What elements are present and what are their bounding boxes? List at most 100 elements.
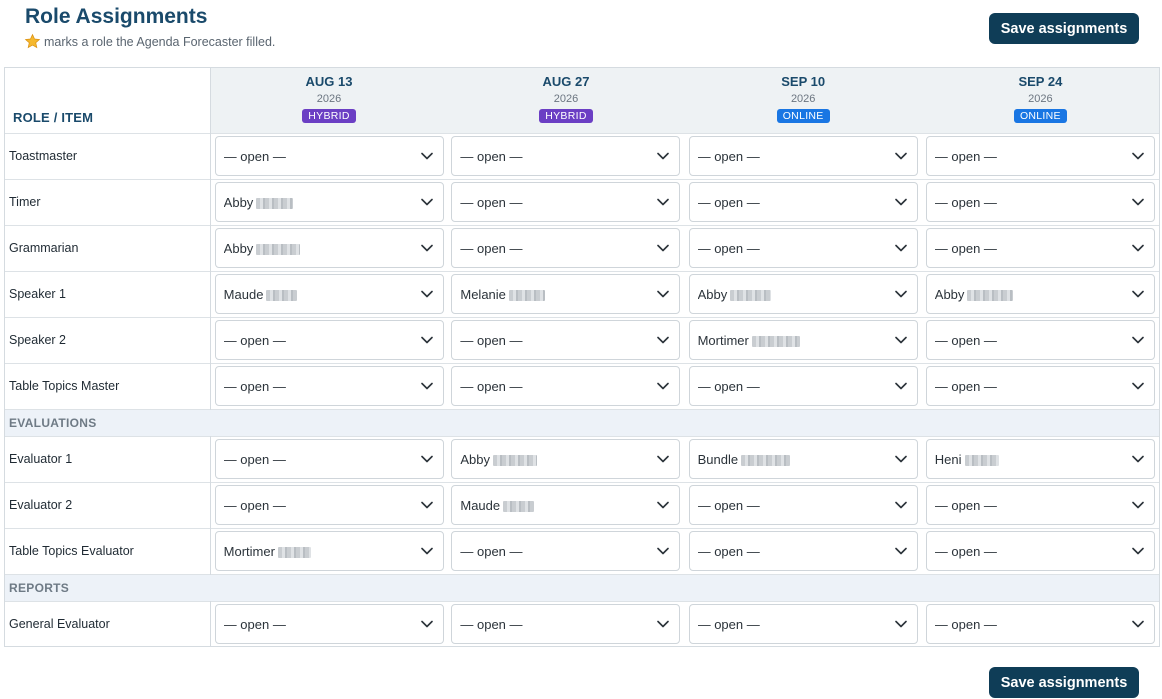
page-subtitle: marks a role the Agenda Forecaster fille… <box>24 33 275 50</box>
chevron-down-icon <box>1131 501 1144 509</box>
select-value: Maude <box>460 497 535 513</box>
assignee-select[interactable]: — open — <box>925 531 1155 571</box>
chevron-down-icon <box>894 547 907 555</box>
select-value: Mortimer <box>224 544 311 559</box>
assignee-name: — open — <box>460 332 523 348</box>
role-label: Table Topics Master <box>5 362 211 409</box>
section-label: REPORTS <box>5 573 1159 601</box>
date-label: SEP 10 <box>781 74 826 89</box>
assignee-name: — open — <box>223 148 286 164</box>
assignee-select[interactable]: — open — <box>688 228 918 268</box>
assignee-select[interactable]: — open — <box>688 136 918 176</box>
chevron-down-icon <box>420 501 433 509</box>
assignee-select[interactable]: — open — <box>451 182 681 222</box>
assignment-cell: Melanie <box>447 270 685 317</box>
assignee-select[interactable]: — open — <box>451 228 681 268</box>
assignee-select[interactable]: — open — <box>925 366 1155 406</box>
assignee-select[interactable]: — open — <box>688 485 918 525</box>
assignee-name: — open — <box>460 240 523 256</box>
assignee-select[interactable]: — open — <box>688 366 918 406</box>
assignee-name: Bundle <box>697 451 739 467</box>
assignee-select[interactable]: Abby <box>688 274 918 314</box>
chevron-down-icon <box>657 244 670 252</box>
role-label: Grammarian <box>5 224 211 271</box>
assignee-select[interactable]: — open — <box>214 485 444 525</box>
assignee-select[interactable]: — open — <box>688 531 918 571</box>
assignee-select[interactable]: Abby <box>925 274 1155 314</box>
assignments-table: ROLE / ITEM AUG 13 2026 HYBRID AUG 27 2026 H… <box>4 67 1160 647</box>
assignee-select[interactable]: — open — <box>925 604 1155 645</box>
select-value: — open — <box>224 498 286 513</box>
assignee-select[interactable]: — open — <box>925 320 1155 360</box>
assignee-select[interactable]: — open — <box>214 439 444 479</box>
save-assignments-button-bottom[interactable]: Save assignments <box>989 667 1139 698</box>
assignee-select[interactable]: Heni <box>925 439 1155 479</box>
assignment-cell: — open — <box>447 132 685 179</box>
assignee-name: — open — <box>934 194 997 210</box>
assignee-name: — open — <box>460 194 523 210</box>
page-title: Role Assignments <box>25 5 208 28</box>
assignee-select[interactable]: — open — <box>688 182 918 222</box>
chevron-down-icon <box>657 455 670 463</box>
assignee-select[interactable]: — open — <box>451 604 681 645</box>
select-value: — open — <box>224 333 286 348</box>
assignment-cell: — open — <box>210 362 448 409</box>
chevron-down-icon <box>420 244 433 252</box>
assignee-name: Maude <box>460 497 501 513</box>
chevron-down-icon <box>1131 620 1144 628</box>
assignment-cell: — open — <box>684 178 922 225</box>
assignment-cell: — open — <box>921 362 1159 409</box>
assignee-select[interactable]: — open — <box>451 320 681 360</box>
assignee-select[interactable]: Abby <box>214 182 444 222</box>
assignee-select[interactable]: — open — <box>925 485 1155 525</box>
select-value: Abby <box>224 195 294 210</box>
assignment-cell: — open — <box>447 527 685 574</box>
chevron-down-icon <box>657 152 670 160</box>
assignee-select[interactable]: Bundle <box>688 439 918 479</box>
assignee-select[interactable]: — open — <box>451 136 681 176</box>
select-value: — open — <box>224 149 286 164</box>
assignee-select[interactable]: — open — <box>925 182 1155 222</box>
assignment-cell: — open — <box>921 600 1159 647</box>
assignment-cell: — open — <box>921 527 1159 574</box>
assignee-select[interactable]: Melanie <box>451 274 681 314</box>
save-assignments-button-top[interactable]: Save assignments <box>989 13 1139 44</box>
table-row: Evaluator 2 — open — Maude — open — — open — <box>5 481 1159 528</box>
date-label: AUG 27 <box>542 74 590 89</box>
assignee-name: Abby <box>934 286 965 302</box>
assignee-select[interactable]: — open — <box>214 604 444 645</box>
chevron-down-icon <box>420 336 433 344</box>
year-label: 2026 <box>1028 93 1053 105</box>
assignee-select[interactable]: — open — <box>925 136 1155 176</box>
select-value: — open — <box>698 241 760 256</box>
assignee-name: — open — <box>934 616 997 632</box>
assignee-select[interactable]: — open — <box>925 228 1155 268</box>
select-value: — open — <box>460 195 522 210</box>
assignee-name: Melanie <box>460 286 506 302</box>
assignee-select[interactable]: Maude <box>214 274 444 314</box>
assignee-select[interactable]: Mortimer <box>214 531 444 571</box>
select-value: — open — <box>460 149 522 164</box>
assignee-name: — open — <box>697 543 760 559</box>
assignee-name: — open — <box>223 497 286 513</box>
assignee-select[interactable]: — open — <box>451 366 681 406</box>
assignment-cell: — open — <box>210 600 448 647</box>
assignee-select[interactable]: — open — <box>688 604 918 645</box>
assignee-select[interactable]: Maude <box>451 485 681 525</box>
redacted-surname <box>493 454 538 466</box>
assignee-select[interactable]: — open — <box>214 320 444 360</box>
role-label: Table Topics Evaluator <box>5 527 211 574</box>
assignee-select[interactable]: — open — <box>214 366 444 406</box>
assignee-select[interactable]: — open — <box>451 531 681 571</box>
chevron-down-icon <box>1131 244 1144 252</box>
assignment-cell: — open — <box>210 481 448 528</box>
table-row: Table Topics Master — open — — open — — ope… <box>5 362 1159 409</box>
select-value: — open — <box>460 617 522 632</box>
assignee-select[interactable]: — open — <box>214 136 444 176</box>
assignee-select[interactable]: Abby <box>214 228 444 268</box>
assignment-cell: Maude <box>447 481 685 528</box>
assignee-select[interactable]: Mortimer <box>688 320 918 360</box>
chevron-down-icon <box>894 382 907 390</box>
role-column-label: ROLE / ITEM <box>13 109 94 125</box>
assignee-select[interactable]: Abby <box>451 439 681 479</box>
